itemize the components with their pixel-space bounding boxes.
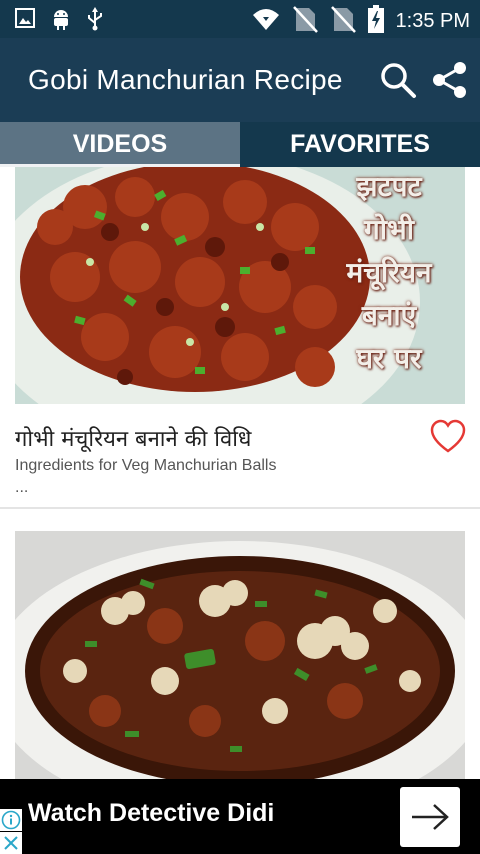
no-sim-icon bbox=[330, 5, 356, 38]
close-icon[interactable] bbox=[0, 832, 22, 854]
thumbnail-text-line: बनाएं bbox=[361, 299, 417, 332]
thumbnail-text-line: झटपट bbox=[356, 170, 422, 203]
video-thumbnail[interactable]: झटपट गोभी मंचूरियन बनाएं घर पर bbox=[15, 167, 465, 404]
thumbnail-text-line: गोभी bbox=[364, 213, 414, 246]
status-bar: 1:35 PM bbox=[0, 0, 480, 38]
battery-charging-icon bbox=[367, 5, 384, 38]
ad-banner[interactable]: Watch Detective Didi bbox=[0, 779, 480, 854]
tab-favorites[interactable]: FAVORITES bbox=[240, 122, 480, 167]
video-description-more: ... bbox=[15, 479, 29, 496]
status-time: 1:35 PM bbox=[395, 10, 470, 32]
thumbnail-text-line: घर पर bbox=[356, 342, 422, 375]
app-toolbar: Gobi Manchurian Recipe bbox=[0, 38, 480, 122]
ad-text[interactable]: Watch Detective Didi bbox=[28, 799, 274, 828]
video-list[interactable]: झटपट गोभी मंचूरियन बनाएं घर पर गोभी मंचू… bbox=[0, 167, 480, 779]
thumbnail-text-line: मंचूरियन bbox=[346, 256, 432, 289]
video-description: Ingredients for Veg Manchurian Balls bbox=[15, 457, 277, 474]
no-sim-icon bbox=[292, 5, 318, 38]
video-title[interactable]: गोभी मंचूरियन बनाने की विधि bbox=[15, 423, 251, 453]
heart-outline-icon[interactable] bbox=[430, 419, 466, 455]
thumbnail-overlay-text: झटपट गोभी मंचूरियन बनाएं घर पर bbox=[319, 167, 459, 380]
wifi-icon bbox=[252, 7, 280, 36]
video-thumbnail[interactable] bbox=[15, 531, 465, 779]
tab-bar: VIDEOS FAVORITES bbox=[0, 122, 480, 167]
android-icon bbox=[50, 7, 72, 36]
tab-videos[interactable]: VIDEOS bbox=[0, 122, 240, 167]
list-item[interactable] bbox=[0, 509, 480, 779]
search-icon[interactable] bbox=[378, 60, 418, 100]
info-icon[interactable] bbox=[0, 809, 22, 831]
share-icon[interactable] bbox=[430, 60, 470, 100]
image-icon bbox=[14, 7, 36, 36]
arrow-right-icon[interactable] bbox=[400, 787, 460, 847]
list-item[interactable]: झटपट गोभी मंचूरियन बनाएं घर पर गोभी मंचू… bbox=[0, 167, 480, 509]
app-title: Gobi Manchurian Recipe bbox=[28, 64, 343, 95]
usb-icon bbox=[86, 7, 104, 36]
